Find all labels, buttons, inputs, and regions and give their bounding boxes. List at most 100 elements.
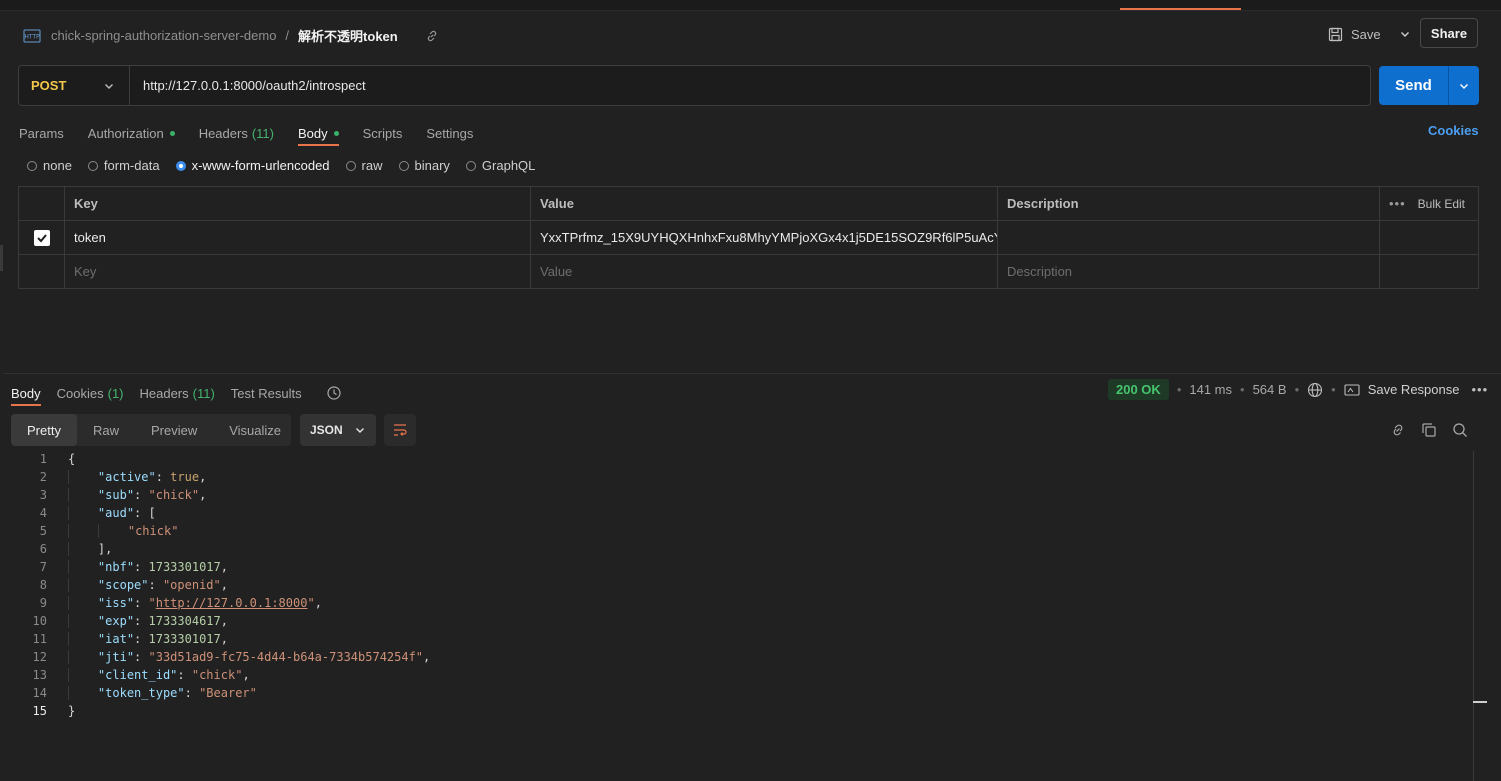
- tab-response-body[interactable]: Body: [11, 382, 41, 406]
- send-button[interactable]: Send: [1379, 66, 1449, 105]
- tab-authorization[interactable]: Authorization: [88, 122, 175, 145]
- code-line: 6 ],: [39, 542, 113, 556]
- radio-circle: [345, 160, 356, 171]
- tab-scripts-label: Scripts: [362, 126, 403, 141]
- radio-x-www-form-urlencoded[interactable]: x-www-form-urlencoded: [175, 158, 330, 173]
- headers-count: (11): [251, 126, 274, 141]
- tab-response-cookies[interactable]: Cookies (1): [57, 382, 124, 404]
- send-options-button[interactable]: [1449, 66, 1479, 105]
- copy-icon[interactable]: [1420, 421, 1438, 439]
- row-checkbox[interactable]: [33, 229, 50, 246]
- tab-settings[interactable]: Settings: [426, 122, 473, 145]
- url-bar: POST http://127.0.0.1:8000/oauth2/intros…: [18, 65, 1371, 106]
- row-key[interactable]: token: [65, 221, 531, 254]
- table-row: token YxxTPrfmz_15X9UYHQXHnhxFxu8MhyYMPj…: [19, 221, 1478, 255]
- header-description: Description: [998, 187, 1380, 220]
- save-button[interactable]: Save: [1328, 22, 1411, 46]
- header-check-cell: [19, 187, 65, 220]
- collection-name[interactable]: chick-spring-authorization-server-demo: [51, 28, 276, 43]
- response-time[interactable]: 141 ms: [1189, 382, 1232, 397]
- more-icon[interactable]: •••: [1471, 382, 1488, 397]
- response-body-code[interactable]: 1{ 2 "active": true, 3 "sub": "chick", 4…: [0, 450, 431, 720]
- code-line: 13 "client_id": "chick",: [32, 668, 250, 682]
- window-top-bar: [0, 0, 1501, 11]
- tab-authorization-label: Authorization: [87, 126, 164, 141]
- copy-link-icon[interactable]: [1389, 421, 1407, 439]
- radio-graphql[interactable]: GraphQL: [465, 158, 536, 173]
- view-raw[interactable]: Raw: [77, 414, 135, 446]
- json-token-type: "Bearer": [199, 686, 257, 700]
- tab-body[interactable]: Body: [297, 122, 339, 146]
- tab-params[interactable]: Params: [19, 122, 64, 145]
- save-response-icon: [1344, 383, 1360, 397]
- description-placeholder[interactable]: Description: [998, 255, 1380, 288]
- tab-headers[interactable]: Headers (11): [199, 122, 274, 145]
- chevron-down-icon: [354, 424, 366, 436]
- url-input[interactable]: http://127.0.0.1:8000/oauth2/introspect: [130, 78, 366, 93]
- save-icon: [1328, 27, 1343, 42]
- left-resize-handle[interactable]: [0, 245, 3, 271]
- link-icon[interactable]: [425, 29, 439, 43]
- separator-dot: •: [1240, 382, 1245, 397]
- row-value[interactable]: YxxTPrfmz_15X9UYHQXHnhxFxu8MhyYMPjoXGx4x…: [531, 221, 998, 254]
- separator-dot: •: [1176, 382, 1182, 397]
- request-tabs: Params Authorization Headers (11) Body Sc…: [19, 122, 473, 146]
- code-line: 10 "exp": 1733304617,: [32, 614, 228, 628]
- history-icon[interactable]: [326, 382, 342, 404]
- bulk-edit-button[interactable]: Bulk Edit: [1418, 197, 1465, 211]
- share-button[interactable]: Share: [1420, 18, 1478, 48]
- tab-response-cookies-label: Cookies: [56, 385, 104, 401]
- more-icon[interactable]: •••: [1389, 196, 1406, 211]
- radio-label: GraphQL: [481, 158, 536, 173]
- value-placeholder[interactable]: Value: [531, 255, 998, 288]
- key-placeholder[interactable]: Key: [65, 255, 531, 288]
- http-icon: HTTP: [22, 28, 42, 44]
- tab-body-label: Body: [297, 126, 328, 141]
- radio-raw[interactable]: raw: [345, 158, 383, 173]
- view-visualize[interactable]: Visualize: [213, 414, 297, 446]
- body-type-radios: none form-data x-www-form-urlencoded raw…: [27, 158, 535, 173]
- tab-response-body-label: Body: [11, 385, 41, 401]
- view-preview[interactable]: Preview: [135, 414, 213, 446]
- response-headers-count: (11): [192, 385, 215, 401]
- wrap-icon[interactable]: [384, 414, 416, 446]
- json-iss-link[interactable]: http://127.0.0.1:8000: [156, 596, 308, 610]
- format-label: JSON: [310, 423, 343, 437]
- format-select[interactable]: JSON: [300, 414, 376, 446]
- code-line: 15}: [32, 704, 76, 718]
- chevron-down-icon[interactable]: [1399, 28, 1411, 40]
- code-line: 5 "chick": [39, 524, 179, 538]
- search-icon[interactable]: [1451, 421, 1469, 439]
- radio-binary[interactable]: binary: [398, 158, 450, 173]
- save-response-button[interactable]: Save Response: [1368, 382, 1460, 397]
- view-pretty[interactable]: Pretty: [11, 414, 77, 446]
- chevron-down-icon: [103, 80, 115, 92]
- radio-label: raw: [361, 158, 383, 173]
- pane-divider[interactable]: [3, 373, 1501, 374]
- row-description[interactable]: [998, 221, 1380, 254]
- code-line: 7 "nbf": 1733301017,: [39, 560, 228, 574]
- globe-icon[interactable]: [1307, 382, 1323, 398]
- tab-test-results[interactable]: Test Results: [231, 382, 302, 404]
- breadcrumb-separator: /: [285, 28, 290, 43]
- radio-none[interactable]: none: [27, 158, 72, 173]
- tab-test-results-label: Test Results: [230, 385, 302, 401]
- request-name[interactable]: 解析不透明token: [298, 26, 398, 45]
- chevron-down-icon: [1458, 80, 1470, 92]
- tab-response-headers[interactable]: Headers (11): [140, 382, 215, 404]
- response-status-bar: 200 OK • 141 ms • 564 B • • Save Respons…: [1108, 379, 1488, 400]
- status-badge[interactable]: 200 OK: [1108, 379, 1169, 400]
- response-size[interactable]: 564 B: [1253, 382, 1287, 397]
- radio-circle: [87, 160, 98, 171]
- radio-form-data[interactable]: form-data: [87, 158, 160, 173]
- row-actions: [1380, 255, 1478, 288]
- row-checkbox-cell: [19, 221, 65, 254]
- cookies-link[interactable]: Cookies: [1428, 123, 1479, 138]
- method-select[interactable]: POST: [19, 66, 130, 105]
- tab-headers-label: Headers: [198, 126, 248, 141]
- scrollbar-thumb[interactable]: [1473, 701, 1487, 703]
- code-scrollbar[interactable]: [1473, 451, 1474, 781]
- code-line: 4 "aud": [: [39, 506, 156, 520]
- row-actions: [1380, 221, 1478, 254]
- tab-scripts[interactable]: Scripts: [363, 122, 403, 145]
